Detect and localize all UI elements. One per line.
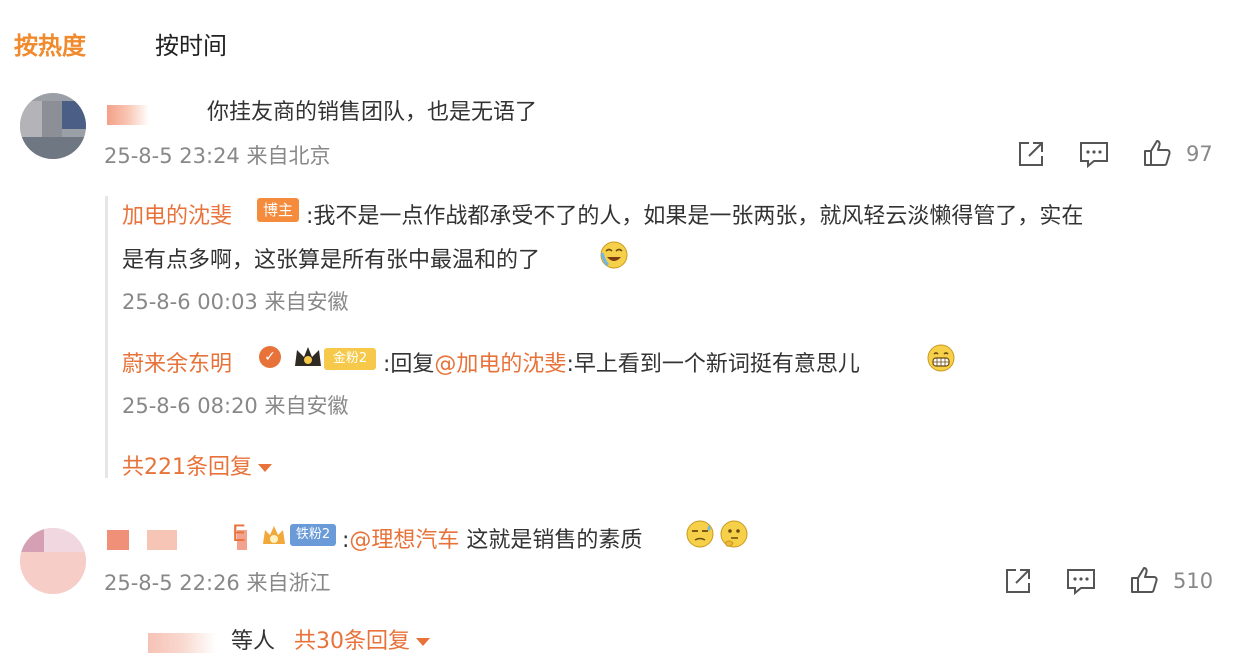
- comment-icon[interactable]: [1078, 138, 1110, 170]
- crown-icon: [295, 347, 321, 366]
- comment-text: :@理想汽车 这就是销售的素质: [342, 522, 642, 554]
- reply-body: :早上看到一个新词挺有意思儿: [566, 352, 860, 377]
- repliers-suffix: 等人: [231, 629, 276, 654]
- reply-text: :回复@加电的沈斐:早上看到一个新词挺有意思儿: [383, 346, 860, 378]
- comment-meta: 25-8-5 22:26 来自浙江: [104, 571, 331, 595]
- caret-down-icon: [416, 638, 430, 646]
- share-icon[interactable]: [1002, 565, 1034, 597]
- reply-thread-divider: [105, 196, 108, 478]
- comment-meta: 25-8-5 23:24 来自北京: [104, 144, 331, 168]
- username-blurred[interactable]: [107, 530, 247, 550]
- more-replies-link[interactable]: 共30条回复: [294, 623, 430, 655]
- username-blurred[interactable]: [107, 105, 149, 125]
- thinking-emoji: [720, 520, 748, 548]
- reply-text-line2: 是有点多啊，这张算是所有张中最温和的了: [122, 248, 541, 273]
- fan-icon: [263, 526, 285, 544]
- laugh-cry-emoji: [600, 241, 628, 269]
- gold-fan-badge: 金粉2: [324, 348, 376, 370]
- verified-icon: ✓: [259, 346, 281, 368]
- like-icon[interactable]: [1128, 564, 1160, 596]
- sweat-emoji: [686, 520, 714, 548]
- replier-names-blurred: [148, 633, 216, 653]
- mention-link[interactable]: @理想汽车: [349, 528, 459, 553]
- share-icon[interactable]: [1015, 138, 1047, 170]
- grin-emoji: [927, 344, 955, 372]
- tab-by-popularity[interactable]: 按热度: [14, 26, 86, 61]
- reply-author[interactable]: 蔚来余东明: [122, 346, 232, 378]
- tab-by-time[interactable]: 按时间: [155, 26, 227, 61]
- like-count: 97: [1186, 142, 1213, 166]
- avatar[interactable]: [20, 93, 86, 159]
- reply-meta: 25-8-6 00:03 来自安徽: [122, 290, 349, 314]
- comment-icon[interactable]: [1065, 565, 1097, 597]
- avatar[interactable]: [20, 528, 86, 594]
- blogger-badge: 博主: [257, 198, 299, 222]
- reply-meta: 25-8-6 08:20 来自安徽: [122, 394, 349, 418]
- username-visible-part[interactable]: E: [232, 522, 246, 547]
- like-icon[interactable]: [1141, 137, 1173, 169]
- mention-link[interactable]: @加电的沈斐: [434, 352, 566, 377]
- iron-fan-badge: 铁粉2: [290, 524, 336, 546]
- comment-body: 这就是销售的素质: [459, 528, 643, 553]
- caret-down-icon: [258, 464, 272, 472]
- like-count: 510: [1173, 569, 1214, 593]
- more-replies-link[interactable]: 共221条回复: [122, 449, 272, 481]
- reply-text-line1: :我不是一点作战都承受不了的人，如果是一张两张，就风轻云淡懒得管了，实在: [306, 204, 1084, 229]
- comment-text: 你挂友商的销售团队，也是无语了: [207, 100, 538, 125]
- reply-author[interactable]: 加电的沈斐: [122, 198, 232, 230]
- reply-prefix: :回复: [383, 352, 435, 377]
